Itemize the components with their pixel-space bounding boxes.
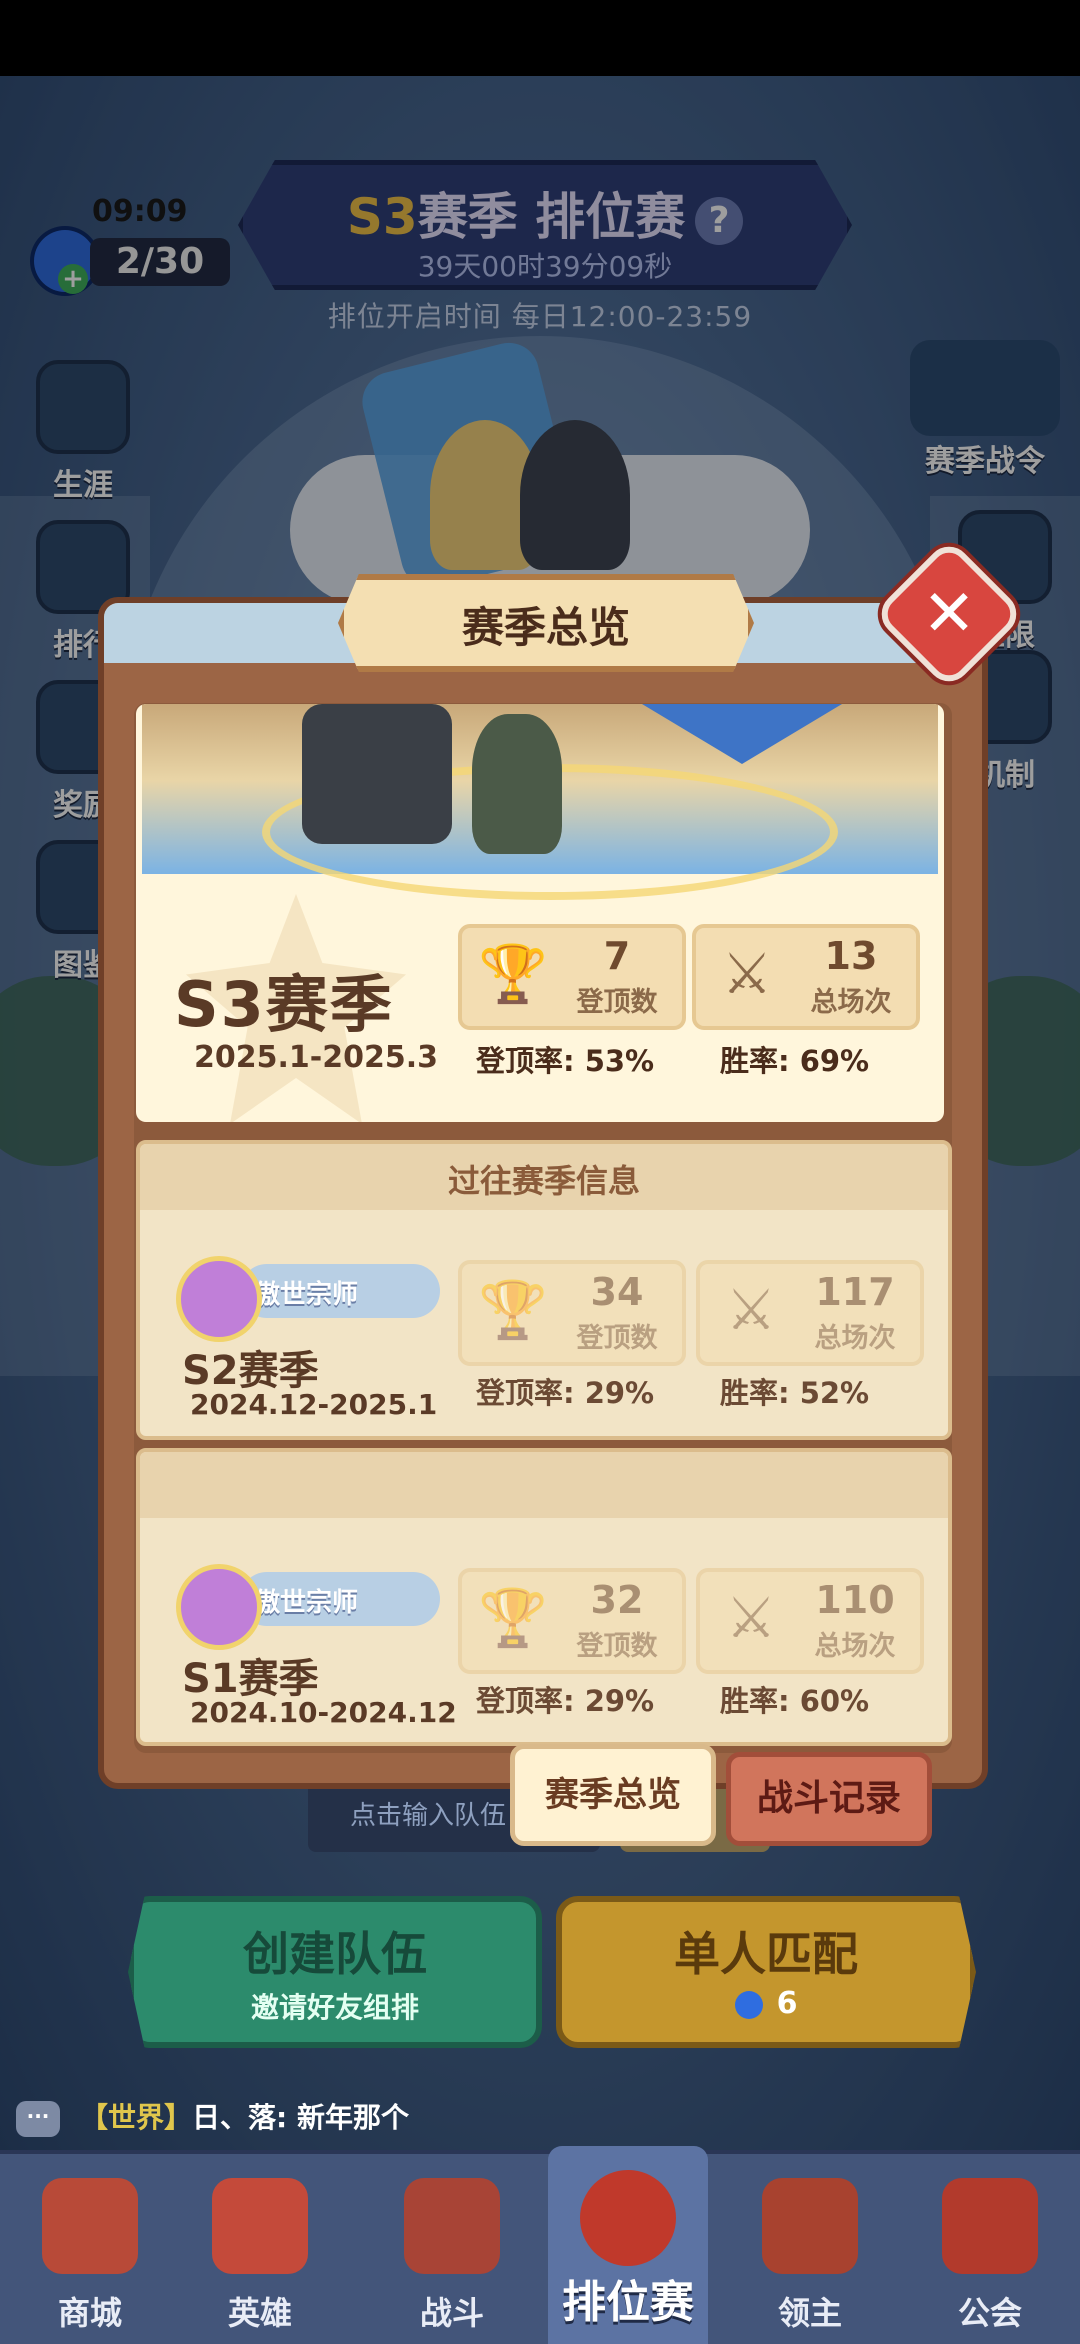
- solo-cost-value: 6: [776, 1986, 798, 2021]
- trophy-icon: 🏆: [478, 1586, 548, 1651]
- heroes-icon: [212, 2178, 308, 2274]
- nav-ranked[interactable]: 排位赛: [548, 2146, 708, 2344]
- guild-pagoda-icon: [942, 2178, 1038, 2274]
- season-art: [142, 704, 938, 900]
- rank-name: 傲世宗师: [254, 1280, 359, 1310]
- past-tops-box: 🏆 34 登顶数: [458, 1260, 686, 1366]
- current-tops-box: 🏆 7 登顶数: [458, 924, 686, 1030]
- past-header-title: 过往赛季信息: [447, 1162, 640, 1200]
- current-tops-value: 7: [603, 934, 631, 978]
- chat-message: 日、落: 新年那个: [192, 2101, 409, 2134]
- chat-channel: 【世界】: [80, 2101, 193, 2134]
- current-tops-label: 登顶数: [576, 987, 658, 1018]
- close-icon: ✕: [922, 577, 976, 651]
- past-games-value: 110: [815, 1578, 895, 1622]
- trophy-icon: 🏆: [478, 1278, 548, 1343]
- rank-name: 傲世宗师: [254, 1588, 359, 1618]
- crown-badge-icon: [176, 1256, 262, 1342]
- create-team-button[interactable]: 创建队伍 邀请好友组排: [128, 1896, 542, 2048]
- past-games-box: ⚔ 110 总场次: [696, 1568, 924, 1674]
- create-team-sublabel: 邀请好友组排: [250, 1991, 419, 2024]
- art-hero-left: [302, 704, 452, 844]
- nav-heroes-label: 英雄: [227, 2294, 292, 2332]
- panel-title: 赛季总览: [461, 603, 630, 652]
- tab-season-overview[interactable]: 赛季总览: [510, 1744, 716, 1846]
- art-hero-center: [472, 714, 562, 854]
- past-tops-box: 🏆 32 登顶数: [458, 1568, 686, 1674]
- solo-match-button[interactable]: 单人匹配 6: [556, 1896, 976, 2048]
- shop-icon: [42, 2178, 138, 2274]
- nav-ranked-label: 排位赛: [562, 2277, 694, 2328]
- nav-battle[interactable]: 战斗: [372, 2154, 532, 2344]
- current-games-value: 13: [824, 934, 878, 978]
- tab-battle-records[interactable]: 战斗记录: [726, 1752, 932, 1846]
- past-win-rate: 胜率: 52%: [720, 1376, 870, 1410]
- rank-pill: 傲世宗师: [240, 1264, 440, 1318]
- status-bar: [0, 0, 1080, 76]
- past-games-box: ⚔ 117 总场次: [696, 1260, 924, 1366]
- past-season-range: 2024.12-2025.1: [190, 1388, 438, 1421]
- lord-banner-icon: [762, 2178, 858, 2274]
- past-header-blank: [140, 1452, 948, 1518]
- current-top-rate: 登顶率: 53%: [476, 1044, 655, 1078]
- trophy-icon: 🏆: [478, 942, 548, 1007]
- bottom-nav: 商城 英雄 战斗 排位赛 领主 公会: [0, 2146, 1080, 2344]
- current-win-rate: 胜率: 69%: [720, 1044, 870, 1078]
- nav-guild-label: 公会: [957, 2294, 1022, 2332]
- flame-icon: [734, 1990, 763, 2019]
- current-games-box: ⚔ 13 总场次: [692, 924, 920, 1030]
- past-tops-label: 登顶数: [576, 1631, 658, 1662]
- ranked-knot-icon: [580, 2170, 676, 2266]
- current-season-name: S3赛季: [174, 968, 394, 1041]
- panel-title-plate: 赛季总览: [338, 574, 754, 672]
- crossed-swords-icon: ⚔: [725, 1278, 777, 1343]
- past-season-card-s2: 过往赛季信息 傲世宗师 S2赛季 2024.12-2025.1 🏆 34 登顶数…: [136, 1140, 952, 1440]
- past-top-rate: 登顶率: 29%: [476, 1376, 655, 1410]
- past-tops-value: 32: [590, 1578, 644, 1622]
- crossed-swords-icon: ⚔: [721, 942, 773, 1007]
- world-chat[interactable]: ··· 【世界】日、落: 新年那个: [16, 2096, 916, 2144]
- current-season-card: S3赛季 2025.1-2025.3 🏆 7 登顶数 ⚔ 13 总场次 登顶率:…: [136, 704, 944, 1122]
- nav-lord[interactable]: 领主: [730, 2154, 890, 2344]
- current-games-label: 总场次: [810, 987, 892, 1018]
- past-season-range: 2024.10-2024.12: [190, 1696, 457, 1729]
- past-tops-value: 34: [590, 1270, 644, 1314]
- nav-shop-label: 商城: [57, 2294, 122, 2332]
- past-top-rate: 登顶率: 29%: [476, 1684, 655, 1718]
- crossed-swords-icon: ⚔: [725, 1586, 777, 1651]
- nav-heroes[interactable]: 英雄: [180, 2154, 340, 2344]
- solo-match-label: 单人匹配: [674, 1927, 858, 1981]
- create-team-label: 创建队伍: [243, 1927, 427, 1981]
- chat-bubble-icon[interactable]: ···: [16, 2101, 60, 2137]
- past-win-rate: 胜率: 60%: [720, 1684, 870, 1718]
- nav-battle-label: 战斗: [419, 2294, 484, 2332]
- rank-pill: 傲世宗师: [240, 1572, 440, 1626]
- current-season-range: 2025.1-2025.3: [194, 1040, 438, 1075]
- past-games-value: 117: [815, 1270, 895, 1314]
- past-tops-label: 登顶数: [576, 1323, 658, 1354]
- past-season-card-s1: 傲世宗师 S1赛季 2024.10-2024.12 🏆 32 登顶数 ⚔ 110…: [136, 1448, 952, 1746]
- solo-match-cost: 6: [562, 1986, 970, 2021]
- nav-guild[interactable]: 公会: [910, 2154, 1070, 2344]
- past-games-label: 总场次: [814, 1631, 896, 1662]
- nav-lord-label: 领主: [777, 2294, 842, 2332]
- nav-shop[interactable]: 商城: [10, 2154, 170, 2344]
- past-header: 过往赛季信息: [140, 1144, 948, 1210]
- art-flag: [642, 704, 842, 764]
- crown-badge-icon: [176, 1564, 262, 1650]
- past-games-label: 总场次: [814, 1323, 896, 1354]
- battle-icon: [404, 2178, 500, 2274]
